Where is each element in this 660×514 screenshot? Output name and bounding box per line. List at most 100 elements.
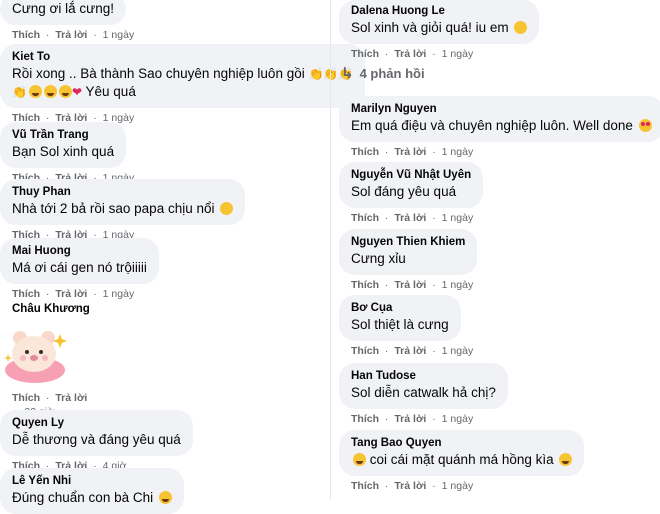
comment-time[interactable]: 1 ngày [442,413,474,425]
comment: Nguyễn Vũ Nhật Uyên Sol đáng yêu quá Thí… [339,162,484,225]
laugh-emoji-icon [28,85,42,98]
comment: Cưng ơi lắ cưng! Thích · Trả lời · 1 ngà… [0,0,134,42]
heart-emoji-icon: ❤ [71,85,83,99]
comment-time[interactable]: 1 ngày [442,212,474,224]
reply-link[interactable]: Trả lời [394,48,426,60]
comment-text: Cưng xỉu [351,251,406,266]
reply-link[interactable]: Trả lời [55,288,87,300]
comment-bubble: Tang Bao Quyen coi cái mặt quánh má hồng… [339,430,585,476]
comment: Tang Bao Quyen coi cái mặt quánh má hồng… [339,430,585,493]
comment-bubble: Cưng ơi lắ cưng! [0,0,126,25]
author-name[interactable]: Dalena Huong Le [351,4,527,19]
author-name[interactable]: Han Tudose [351,369,496,384]
comments-column-right: Dalena Huong Le Sol xinh và giỏi quá! iu… [330,0,660,500]
like-link[interactable]: Thích [351,48,379,60]
like-link[interactable]: Thích [351,480,379,492]
comment-time[interactable]: 1 ngày [442,279,474,291]
comment-text: Sol diễn catwalk hả chị? [351,385,496,400]
laugh-emoji-icon [43,85,57,98]
like-link[interactable]: Thích [351,146,379,158]
comment-time[interactable]: 1 ngày [442,48,474,60]
author-name[interactable]: Tang Bao Quyen [351,436,572,451]
comment: Marilyn Nguyen Em quá điệu và chuyên ngh… [339,96,660,159]
author-name[interactable]: Nguyen Thien Khiem [351,235,465,250]
author-name[interactable]: Quyen Ly [12,416,181,431]
comment-actions: Thích · Trả lời · 1 ngày [351,345,474,357]
comment-time[interactable]: 1 ngày [103,288,135,300]
bear-sticker-icon [4,331,67,383]
comment-actions: Thích · Trả lời · 1 ngày [351,212,474,224]
laugh-emoji-icon [353,453,366,466]
author-name[interactable]: Châu Khương [0,302,90,317]
comment-bubble: Nguyễn Vũ Nhật Uyên Sol đáng yêu quá [339,162,484,208]
comment-bubble: Dalena Huong Le Sol xinh và giỏi quá! iu… [339,0,540,44]
author-name[interactable]: Marilyn Nguyen [351,102,652,117]
comment-text: Sol xinh và giỏi quá! iu em [351,20,509,35]
comment-text: Dễ thương và đáng yêu quá [12,432,181,447]
comment-text: Sol đáng yêu quá [351,184,457,199]
author-name[interactable]: Nguyễn Vũ Nhật Uyên [351,168,471,183]
reply-link[interactable]: Trả lời [394,345,426,357]
comment-actions: Thích · Trả lời · 1 ngày [351,48,474,60]
author-name[interactable]: Kiet To [12,50,353,65]
reply-link[interactable]: Trả lời [394,146,426,158]
comment-time[interactable]: 1 ngày [442,345,474,357]
kiss-emoji-icon [514,21,528,34]
comment-bubble: Nguyen Thien Khiem Cưng xỉu [339,229,478,275]
comment-actions: Thích · Trả lời · 1 ngày [351,279,474,291]
comment-text: Rồi xong .. Bà thành Sao chuyên nghiệp l… [12,66,305,81]
comment-bubble: Kiet To Rồi xong .. Bà thành Sao chuyên … [0,44,366,108]
comment-time[interactable]: 1 ngày [442,480,474,492]
reply-link[interactable]: Trả lời [394,480,426,492]
comment-bubble: Marilyn Nguyen Em quá điệu và chuyên ngh… [339,96,660,142]
comment-bubble: Mai Huong Má ơi cái gen nó trộiiiii [0,238,159,284]
comment: Châu Khương Thích · Trả lời · 23 giờ [0,302,90,418]
comment: Quyen Ly Dễ thương và đáng yêu quá Thích… [0,410,193,473]
comment-text: Đúng chuẩn con bà Chi [12,490,154,505]
comment-text: Sol thiệt là cưng [351,317,449,332]
comment-text: Má ơi cái gen nó trộiiiii [12,260,147,275]
comment-text: Bạn Sol xinh quá [12,144,115,159]
author-name[interactable]: Mai Huong [12,244,147,259]
reply-link[interactable]: Trả lời [55,29,87,41]
comment-actions: Thích · Trả lời · 1 ngày [351,413,474,425]
comment-time[interactable]: 1 ngày [103,29,135,41]
comment: Mai Huong Má ơi cái gen nó trộiiiii Thíc… [0,238,159,301]
comment-actions: Thích · Trả lời · 1 ngày [351,480,474,492]
comment-actions: Thích · Trả lời · 1 ngày [12,29,135,41]
comment: Dalena Huong Le Sol xinh và giỏi quá! iu… [339,0,540,61]
comment-time[interactable]: 1 ngày [442,146,474,158]
comment-text-2: Yêu quá [85,84,136,99]
comment: Nguyen Thien Khiem Cưng xỉu Thích · Trả … [339,229,478,292]
comment: Lê Yến Nhi Đúng chuẩn con bà Chi [0,468,184,514]
view-replies-link[interactable]: ↳ 4 phản hồi [341,64,425,82]
like-link[interactable]: Thích [12,288,40,300]
like-link[interactable]: Thích [12,29,40,41]
reply-link[interactable]: Trả lời [55,392,87,404]
author-name[interactable]: Lê Yến Nhi [12,474,172,489]
laugh-emoji-icon [58,85,72,98]
comment-text: Em quá điệu và chuyên nghiệp luôn. Well … [351,118,633,133]
like-link[interactable]: Thích [351,413,379,425]
comment-text: coi cái mặt quánh má hồng kìa [369,452,554,467]
comment-actions: Thích · Trả lời · 1 ngày [12,288,135,300]
comment: Han Tudose Sol diễn catwalk hả chị? Thíc… [339,363,508,426]
comment: Bơ Cụa Sol thiệt là cưng Thích · Trả lời… [339,295,473,358]
reply-link[interactable]: Trả lời [394,413,426,425]
comment: Kiet To Rồi xong .. Bà thành Sao chuyên … [0,44,366,125]
reply-link[interactable]: Trả lời [394,212,426,224]
author-name[interactable]: Thuy Phan [12,185,233,200]
comment-text: Cưng ơi lắ cưng! [12,1,114,16]
comment-bubble: Lê Yến Nhi Đúng chuẩn con bà Chi [0,468,184,514]
author-name[interactable]: Bơ Cụa [351,301,449,316]
author-name[interactable]: Vũ Trần Trang [12,128,114,143]
reply-link[interactable]: Trả lời [394,279,426,291]
like-link[interactable]: Thích [351,279,379,291]
clap-emoji-icon: 👏 [12,85,27,99]
comment: Vũ Trần Trang Bạn Sol xinh quá Thích · T… [0,122,134,185]
comment: Thuy Phan Nhà tới 2 bả rồi sao papa chịu… [0,179,246,242]
like-link[interactable]: Thích [12,392,40,404]
comment-bubble: Bơ Cụa Sol thiệt là cưng [339,295,461,341]
like-link[interactable]: Thích [351,212,379,224]
like-link[interactable]: Thích [351,345,379,357]
